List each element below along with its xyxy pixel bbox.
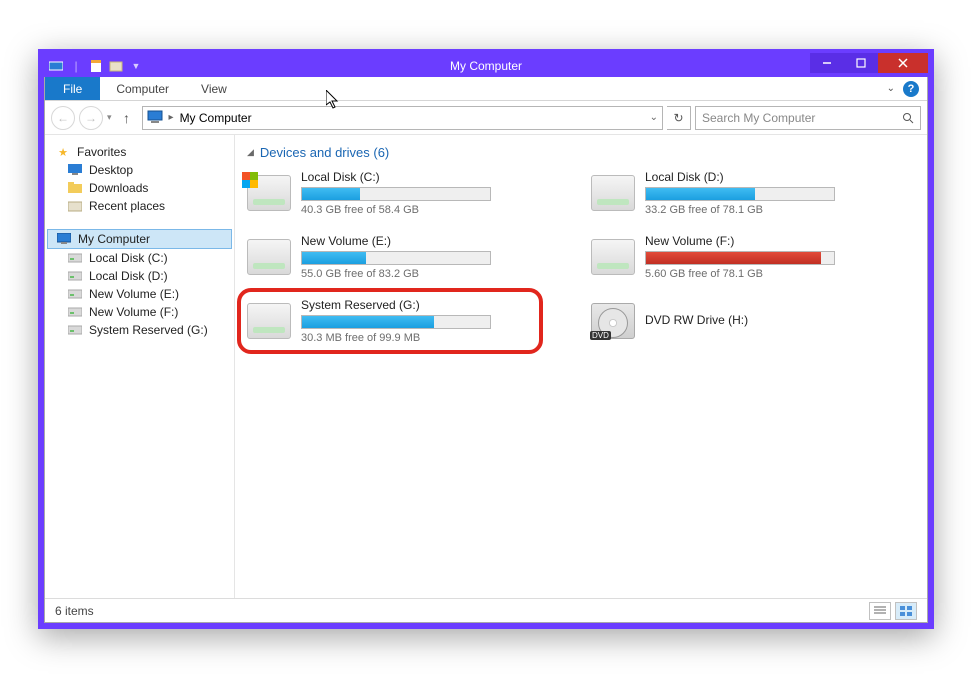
- sidebar-item-downloads[interactable]: Downloads: [45, 179, 234, 197]
- recent-icon: [67, 199, 83, 213]
- status-item-count: 6 items: [55, 604, 94, 618]
- star-icon: ★: [55, 145, 71, 159]
- drive-free-text: 30.3 MB free of 99.9 MB: [301, 332, 527, 344]
- refresh-button[interactable]: ↻: [667, 106, 691, 130]
- sidebar-item-label: System Reserved (G:): [89, 323, 208, 337]
- drive-icon: [67, 251, 83, 265]
- drive-name: System Reserved (G:): [301, 298, 527, 312]
- qat-icon-properties[interactable]: [88, 58, 104, 74]
- tab-view[interactable]: View: [185, 77, 243, 100]
- sidebar-item-drive-f[interactable]: New Volume (F:): [45, 303, 234, 321]
- drive-icon: [67, 287, 83, 301]
- search-input[interactable]: Search My Computer: [695, 106, 921, 130]
- drive-icon: [67, 323, 83, 337]
- sidebar-favorites-header[interactable]: ★ Favorites: [45, 143, 234, 161]
- drive-icon: [67, 305, 83, 319]
- drive-name: Local Disk (C:): [301, 170, 527, 184]
- sidebar-item-drive-d[interactable]: Local Disk (D:): [45, 267, 234, 285]
- sidebar-item-drive-c[interactable]: Local Disk (C:): [45, 249, 234, 267]
- drive-usage-bar: [301, 315, 491, 329]
- drive-free-text: 33.2 GB free of 78.1 GB: [645, 204, 871, 216]
- main-content: ◢ Devices and drives (6) Local Disk (C:)…: [235, 135, 927, 598]
- status-bar: 6 items: [45, 598, 927, 622]
- qat-separator: |: [68, 58, 84, 74]
- hard-drive-icon: [247, 239, 291, 275]
- sidebar-item-label: Recent places: [89, 199, 165, 213]
- favorites-label: Favorites: [77, 145, 126, 159]
- minimize-button[interactable]: [810, 53, 844, 73]
- drive-usage-bar: [301, 251, 491, 265]
- close-button[interactable]: [878, 53, 928, 73]
- drive-free-text: 55.0 GB free of 83.2 GB: [301, 268, 527, 280]
- titlebar: | ▼ My Computer: [44, 55, 928, 77]
- tiles-view-button[interactable]: [895, 602, 917, 620]
- navigation-row: ← → ▾ ↑ ▸ My Computer ⌄ ↻ Search My Comp…: [45, 101, 927, 135]
- drive-name: New Volume (F:): [645, 234, 871, 248]
- sidebar-item-desktop[interactable]: Desktop: [45, 161, 234, 179]
- drive-name: DVD RW Drive (H:): [645, 313, 871, 327]
- maximize-button[interactable]: [844, 53, 878, 73]
- sidebar-item-label: Local Disk (C:): [89, 251, 168, 265]
- sidebar-item-drive-g[interactable]: System Reserved (G:): [45, 321, 234, 339]
- drive-free-text: 5.60 GB free of 78.1 GB: [645, 268, 871, 280]
- hard-drive-icon: [247, 303, 291, 339]
- computer-icon: [147, 110, 163, 126]
- history-dropdown-icon[interactable]: ▾: [107, 112, 112, 123]
- tab-file[interactable]: File: [45, 77, 100, 100]
- drive-name: Local Disk (D:): [645, 170, 871, 184]
- sidebar-item-label: New Volume (F:): [89, 305, 178, 319]
- collapse-triangle-icon[interactable]: ◢: [247, 147, 254, 158]
- forward-button[interactable]: →: [79, 106, 103, 130]
- tab-computer[interactable]: Computer: [100, 77, 185, 100]
- drive-tile[interactable]: System Reserved (G:) 30.3 MB free of 99.9…: [247, 298, 527, 344]
- hard-drive-icon: [591, 175, 635, 211]
- drive-usage-bar: [645, 187, 835, 201]
- sidebar-item-label: Downloads: [89, 181, 148, 195]
- qat-icon-newfolder[interactable]: [108, 58, 124, 74]
- search-icon: [902, 112, 914, 124]
- section-heading-text: Devices and drives (6): [260, 145, 389, 160]
- ribbon-tabs: File Computer View ⌄ ?: [45, 77, 927, 101]
- sidebar-item-mycomputer[interactable]: My Computer: [47, 229, 232, 249]
- qat-icon-system[interactable]: [48, 58, 64, 74]
- dvd-drive-icon: [591, 303, 635, 339]
- qat-dropdown-icon[interactable]: ▼: [128, 58, 144, 74]
- drive-tile[interactable]: New Volume (E:) 55.0 GB free of 83.2 GB: [247, 234, 527, 280]
- details-view-button[interactable]: [869, 602, 891, 620]
- back-button[interactable]: ←: [51, 106, 75, 130]
- drive-tile[interactable]: New Volume (F:) 5.60 GB free of 78.1 GB: [591, 234, 871, 280]
- folder-icon: [67, 181, 83, 195]
- drive-tile[interactable]: Local Disk (C:) 40.3 GB free of 58.4 GB: [247, 170, 527, 216]
- hard-drive-icon: [247, 175, 291, 211]
- sidebar-item-drive-e[interactable]: New Volume (E:): [45, 285, 234, 303]
- desktop-icon: [67, 163, 83, 177]
- sidebar-item-label: My Computer: [78, 232, 150, 246]
- sidebar-item-recent[interactable]: Recent places: [45, 197, 234, 215]
- breadcrumb-chevron-icon[interactable]: ▸: [169, 112, 174, 123]
- search-placeholder: Search My Computer: [702, 111, 815, 125]
- drive-free-text: 40.3 GB free of 58.4 GB: [301, 204, 527, 216]
- sidebar-item-label: New Volume (E:): [89, 287, 179, 301]
- sidebar-item-label: Local Disk (D:): [89, 269, 168, 283]
- up-button[interactable]: ↑: [116, 107, 138, 129]
- section-heading[interactable]: ◢ Devices and drives (6): [247, 145, 915, 160]
- hard-drive-icon: [591, 239, 635, 275]
- ribbon-collapse-icon[interactable]: ⌄: [887, 83, 895, 94]
- drive-tile[interactable]: DVD RW Drive (H:): [591, 298, 871, 344]
- address-location[interactable]: My Computer: [180, 111, 252, 125]
- drive-usage-bar: [645, 251, 835, 265]
- navigation-pane: ★ Favorites Desktop Downloads Recent pla…: [45, 135, 235, 598]
- help-icon[interactable]: ?: [903, 81, 919, 97]
- window-title: My Computer: [44, 59, 928, 73]
- address-dropdown-icon[interactable]: ⌄: [650, 112, 658, 123]
- drive-tile[interactable]: Local Disk (D:) 33.2 GB free of 78.1 GB: [591, 170, 871, 216]
- drive-icon: [67, 269, 83, 283]
- address-bar[interactable]: ▸ My Computer ⌄: [142, 106, 663, 130]
- computer-icon: [56, 232, 72, 246]
- drive-name: New Volume (E:): [301, 234, 527, 248]
- sidebar-item-label: Desktop: [89, 163, 133, 177]
- drive-usage-bar: [301, 187, 491, 201]
